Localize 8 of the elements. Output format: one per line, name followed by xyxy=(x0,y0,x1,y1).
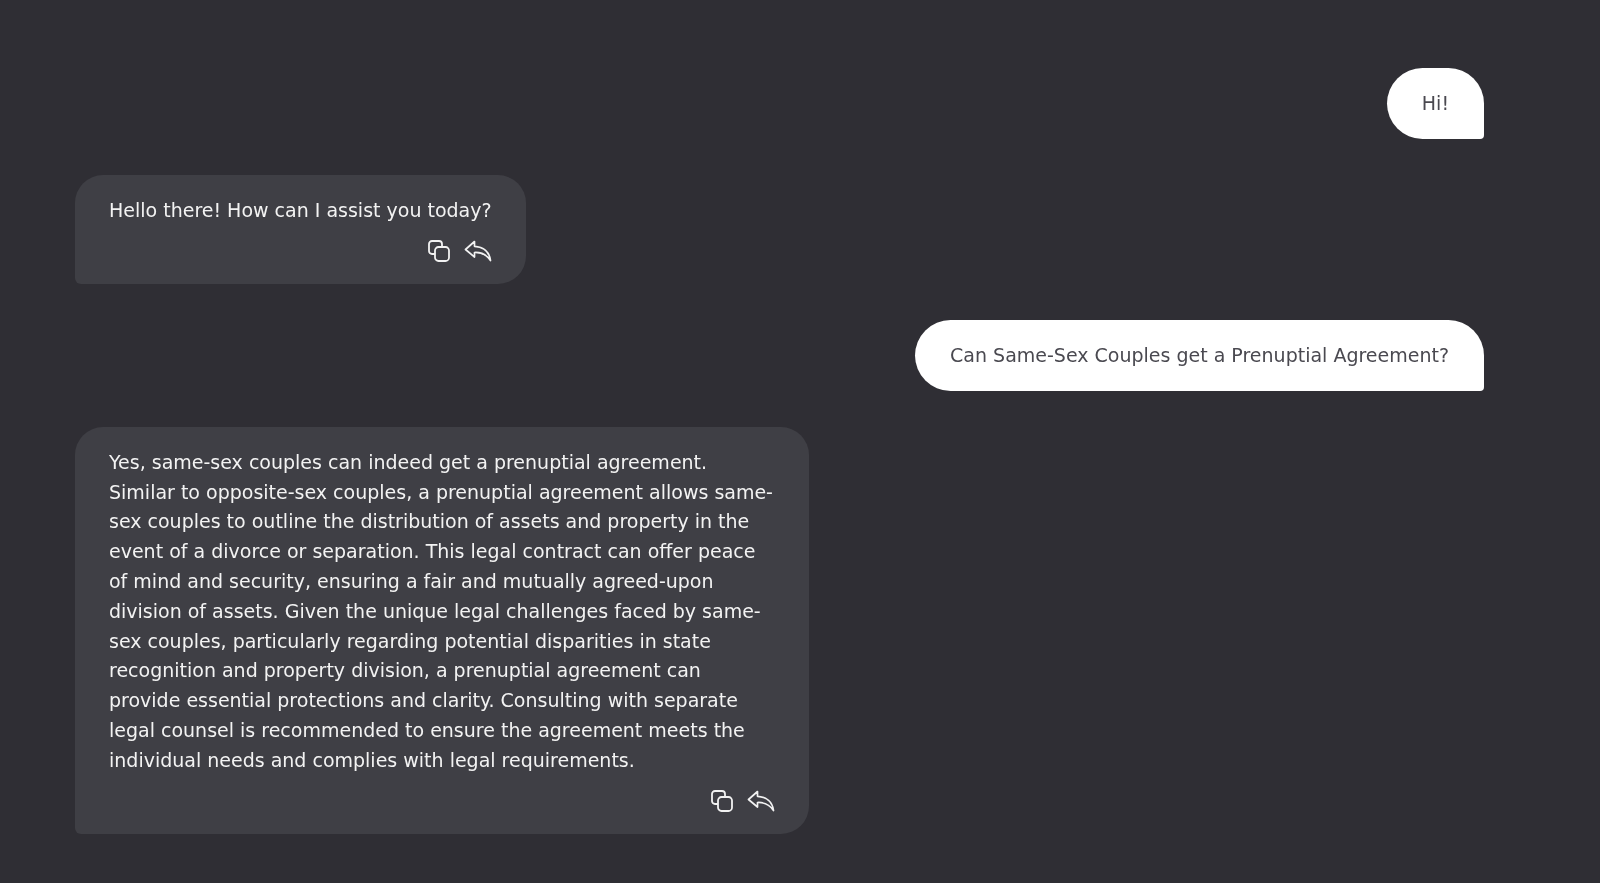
message-text: Hello there! How can I assist you today? xyxy=(109,198,492,223)
message-text: Yes, same-sex couples can indeed get a prenuptial agreement. Similar to opposite-sex couples, a prenuptial agreement allows same-sex couples to outline the distribution of assets and property in the event of a divorce or separation. This legal contract can offer peace of mind and security, ensuring a fair and mutually agreed-upon division of assets. Given the unique legal challenges faced by same-sex couples, particularly regarding potential disparities in state recognition and property division, a prenuptial agreement can provide essential protections and clarity. Consulting with separate legal counsel is recommended to ensure the agreement meets the individual needs and complies with legal requirements. xyxy=(109,449,774,773)
user-message-bubble: Hi! xyxy=(1386,68,1484,139)
copy-icon[interactable] xyxy=(427,239,450,262)
user-message-bubble: Can Same-Sex Couples get a Prenuptial Agreement? xyxy=(915,319,1484,391)
copy-icon[interactable] xyxy=(711,789,733,812)
reply-icon[interactable] xyxy=(463,239,492,262)
reply-icon[interactable] xyxy=(747,789,775,812)
